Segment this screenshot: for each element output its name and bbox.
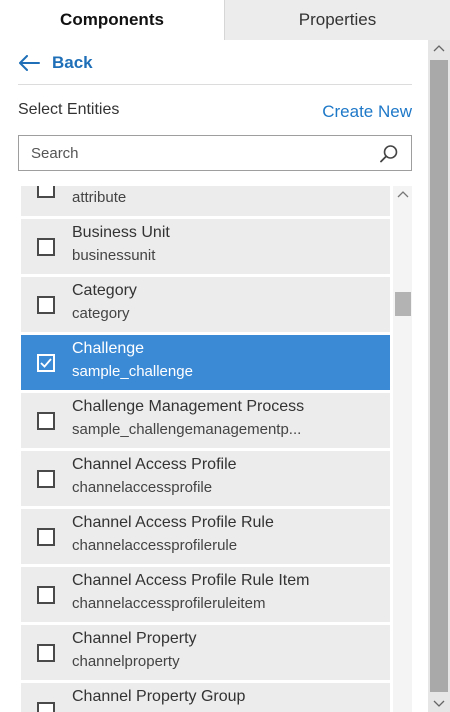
chevron-down-icon[interactable] [433,698,445,708]
entity-list-container: attribute Business Unit businessunit Catego… [18,186,412,712]
entity-logical-name: sample_challengemanagementp... [72,421,302,438]
divider [18,84,412,85]
panel-scrollbar[interactable] [428,40,450,712]
components-panel: Back Select Entities Create New attribut… [0,40,428,712]
entity-display-name: Channel Property Group [72,688,246,705]
entity-display-name: Channel Access Profile Rule [72,514,274,531]
list-scrollbar-thumb[interactable] [395,292,411,316]
entity-list-item[interactable]: Category category [21,277,390,332]
entity-logical-name: sample_challenge [72,363,193,380]
entity-display-name: Challenge [72,340,145,357]
entity-checkbox[interactable] [37,586,55,604]
search-input[interactable] [19,136,369,170]
entity-list-item[interactable]: attribute [21,186,390,216]
entity-list-item[interactable]: Channel Property channelproperty [21,625,390,680]
entity-list-item[interactable]: Challenge sample_challenge [21,335,390,390]
entity-logical-name: category [72,305,130,322]
entity-display-name: Business Unit [72,224,170,241]
select-entities-label: Select Entities [18,101,120,118]
tab-components[interactable]: Components [0,0,225,40]
entity-list-item[interactable]: Challenge Management Process sample_chall… [21,393,390,448]
entity-logical-name: businessunit [72,247,156,264]
entity-display-name: Channel Access Profile [72,456,237,473]
entity-logical-name: channelaccessprofile [72,479,213,496]
tab-bar: Components Properties [0,0,450,40]
entity-logical-name: attribute [72,189,127,206]
entity-logical-name: channelproperty [72,653,180,670]
back-link[interactable]: Back [18,52,93,74]
entity-display-name: Channel Access Profile Rule Item [72,572,310,589]
chevron-up-icon[interactable] [433,44,445,54]
entity-checkbox[interactable] [37,644,55,662]
entity-checkbox[interactable] [37,528,55,546]
entity-list-item[interactable]: Channel Access Profile Rule Item channela… [21,567,390,622]
entity-logical-name: channelaccessprofileruleitem [72,595,266,612]
tab-properties[interactable]: Properties [225,0,450,40]
entity-checkbox[interactable] [37,296,55,314]
create-new-link[interactable]: Create New [322,102,412,122]
entity-list-item[interactable]: Business Unit businessunit [21,219,390,274]
entity-checkbox[interactable] [37,238,55,256]
chevron-up-icon[interactable] [397,190,409,200]
panel-scrollbar-thumb[interactable] [430,60,448,692]
entity-checkbox[interactable] [37,702,55,712]
entity-display-name: Channel Property [72,630,197,647]
checkmark-icon [40,358,52,368]
entity-display-name: Category [72,282,137,299]
entity-list-item[interactable]: Channel Access Profile Rule channelaccess… [21,509,390,564]
entity-checkbox[interactable] [37,186,55,198]
entity-list-item[interactable]: Channel Property Group [21,683,390,712]
back-label: Back [52,53,93,72]
list-scrollbar[interactable] [393,186,412,712]
arrow-left-icon [19,55,40,71]
entity-display-name: Challenge Management Process [72,398,305,415]
entity-list-item[interactable]: Channel Access Profile channelaccessprofi… [21,451,390,506]
entity-checkbox[interactable] [37,470,55,488]
entity-checkbox[interactable] [37,354,55,372]
search-icon[interactable] [379,144,399,164]
entity-checkbox[interactable] [37,412,55,430]
search-box [18,135,412,171]
entity-logical-name: channelaccessprofilerule [72,537,238,554]
